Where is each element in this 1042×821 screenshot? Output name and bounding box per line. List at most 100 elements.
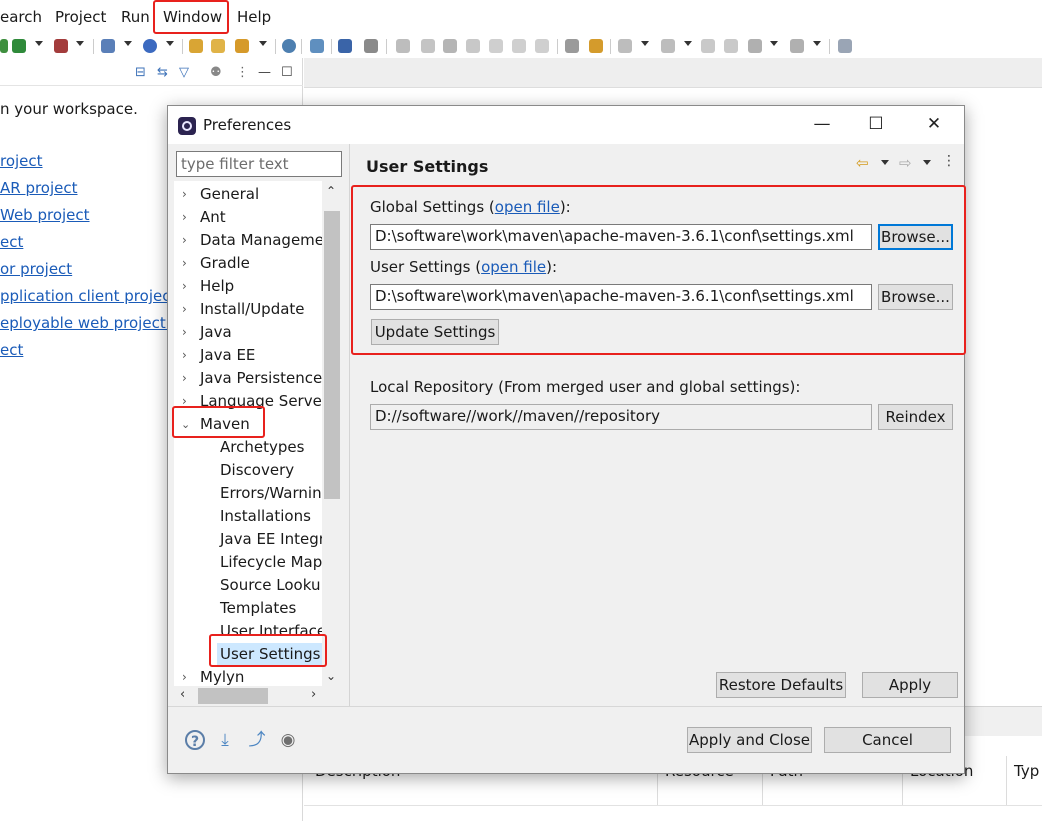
- chevron-down-icon[interactable]: [684, 41, 692, 46]
- chevron-down-icon[interactable]: [124, 41, 132, 46]
- debug-icon[interactable]: [0, 39, 8, 53]
- back-arrow-icon[interactable]: [748, 39, 762, 53]
- chevron-right-icon[interactable]: ›: [182, 252, 187, 275]
- chevron-down-icon[interactable]: ⌄: [181, 413, 190, 436]
- tree-horizontal-scrollbar[interactable]: ‹ ›: [174, 686, 342, 706]
- global-settings-open-file-link[interactable]: open file: [495, 198, 560, 216]
- create-project-link-2[interactable]: ect: [0, 233, 23, 251]
- focus-icon[interactable]: ⚉: [210, 65, 222, 80]
- chevron-down-icon[interactable]: [259, 41, 267, 46]
- tree-vertical-scrollbar[interactable]: ⌃ ⌄: [322, 181, 342, 688]
- maximize-button[interactable]: ☐: [853, 106, 899, 144]
- chevron-down-icon[interactable]: [35, 41, 43, 46]
- apply-button[interactable]: Apply: [862, 672, 958, 698]
- minimize-button[interactable]: —: [799, 106, 845, 144]
- restore-defaults-button[interactable]: Restore Defaults: [716, 672, 846, 698]
- chevron-right-icon[interactable]: ›: [182, 183, 187, 206]
- forward-arrow-icon[interactable]: [790, 39, 804, 53]
- global-browse-button[interactable]: Browse...: [878, 224, 953, 250]
- create-jar-project-link[interactable]: AR project: [0, 179, 78, 197]
- create-web-project-link[interactable]: Web project: [0, 206, 90, 224]
- search-icon[interactable]: [310, 39, 324, 53]
- external-tools-icon[interactable]: [54, 39, 68, 53]
- menu-help[interactable]: Help: [237, 8, 271, 26]
- chevron-down-icon[interactable]: [166, 41, 174, 46]
- view-menu-icon[interactable]: ⋮: [236, 65, 249, 80]
- chevron-down-icon[interactable]: [641, 41, 649, 46]
- chevron-right-icon[interactable]: ›: [182, 344, 187, 367]
- filter-input[interactable]: [176, 151, 342, 177]
- chevron-down-icon[interactable]: [813, 41, 821, 46]
- update-settings-button[interactable]: Update Settings: [371, 319, 499, 345]
- step-return-icon[interactable]: [535, 39, 549, 53]
- column-type[interactable]: Typ: [1014, 762, 1039, 780]
- create-connector-project-link[interactable]: or project: [0, 260, 72, 278]
- chevron-down-icon[interactable]: [881, 160, 889, 165]
- user-settings-field[interactable]: D:\software\work\maven\apache-maven-3.6.…: [370, 284, 872, 310]
- view-menu-icon[interactable]: ⋮: [942, 153, 956, 169]
- filter-icon[interactable]: ▽: [179, 65, 189, 80]
- disconnect-icon[interactable]: [466, 39, 480, 53]
- open-folder-icon[interactable]: [211, 39, 225, 53]
- chevron-right-icon[interactable]: ›: [182, 206, 187, 229]
- menu-window[interactable]: Window: [163, 8, 222, 26]
- rocket-icon[interactable]: [235, 39, 249, 53]
- menu-run[interactable]: Run: [121, 8, 150, 26]
- run-icon[interactable]: [12, 39, 26, 53]
- word-wrap-icon[interactable]: [565, 39, 579, 53]
- menu-search[interactable]: earch: [0, 8, 42, 26]
- user-browse-button[interactable]: Browse...: [878, 284, 953, 310]
- record-icon[interactable]: ◉: [278, 730, 298, 750]
- step-over-icon[interactable]: [512, 39, 526, 53]
- new-server-icon[interactable]: [101, 39, 115, 53]
- chevron-right-icon[interactable]: ›: [182, 229, 187, 252]
- chevron-down-icon[interactable]: [770, 41, 778, 46]
- globe-icon[interactable]: [282, 39, 296, 53]
- tree-page-divider[interactable]: [349, 144, 350, 706]
- console-icon[interactable]: [338, 39, 352, 53]
- last-edit-icon[interactable]: [701, 39, 715, 53]
- terminate-icon[interactable]: [443, 39, 457, 53]
- export-icon[interactable]: ⤴: [247, 730, 267, 750]
- previous-annotation-icon[interactable]: [661, 39, 675, 53]
- back-arrow-icon[interactable]: ⇦: [856, 154, 869, 172]
- forward-arrow-icon[interactable]: ⇨: [899, 154, 912, 172]
- chevron-right-icon[interactable]: ›: [182, 390, 187, 413]
- create-app-client-project-link[interactable]: pplication client project: [0, 287, 176, 305]
- next-edit-icon[interactable]: [724, 39, 738, 53]
- step-into-icon[interactable]: [489, 39, 503, 53]
- menu-project[interactable]: Project: [55, 8, 106, 26]
- close-button[interactable]: ✕: [911, 106, 957, 144]
- apply-and-close-button[interactable]: Apply and Close: [687, 727, 812, 753]
- global-settings-field[interactable]: D:\software\work\maven\apache-maven-3.6.…: [370, 224, 872, 250]
- reindex-button[interactable]: Reindex: [878, 404, 953, 430]
- suspend-icon[interactable]: [421, 39, 435, 53]
- open-type-icon[interactable]: [189, 39, 203, 53]
- collapse-all-icon[interactable]: ⊟: [135, 65, 146, 80]
- next-annotation-icon[interactable]: [618, 39, 632, 53]
- scrollbar-thumb[interactable]: [324, 211, 340, 499]
- chevron-down-icon[interactable]: [923, 160, 931, 165]
- maximize-icon[interactable]: ☐: [281, 65, 293, 80]
- scroll-left-icon[interactable]: ‹: [180, 687, 185, 702]
- resume-icon[interactable]: [396, 39, 410, 53]
- scroll-down-icon[interactable]: ⌄: [326, 669, 336, 683]
- user-settings-open-file-link[interactable]: open file: [481, 258, 546, 276]
- import-icon[interactable]: ⤓: [215, 730, 235, 750]
- scroll-up-icon[interactable]: ⌃: [326, 184, 336, 198]
- chevron-right-icon[interactable]: ›: [182, 275, 187, 298]
- task-icon[interactable]: [364, 39, 378, 53]
- cancel-button[interactable]: Cancel: [824, 727, 951, 753]
- create-project-link[interactable]: roject: [0, 152, 43, 170]
- scroll-right-icon[interactable]: ›: [311, 687, 316, 702]
- minimize-icon[interactable]: —: [258, 65, 271, 80]
- create-deployable-web-project-link[interactable]: eployable web project.: [0, 314, 170, 332]
- chevron-right-icon[interactable]: ›: [182, 367, 187, 390]
- chevron-down-icon[interactable]: [76, 41, 84, 46]
- link-editor-icon[interactable]: ⇆: [157, 65, 168, 80]
- help-icon[interactable]: ?: [185, 730, 205, 750]
- scrollbar-thumb[interactable]: [198, 688, 268, 704]
- create-project-link-3[interactable]: ect: [0, 341, 23, 359]
- web-service-icon[interactable]: [143, 39, 157, 53]
- chevron-right-icon[interactable]: ›: [182, 321, 187, 344]
